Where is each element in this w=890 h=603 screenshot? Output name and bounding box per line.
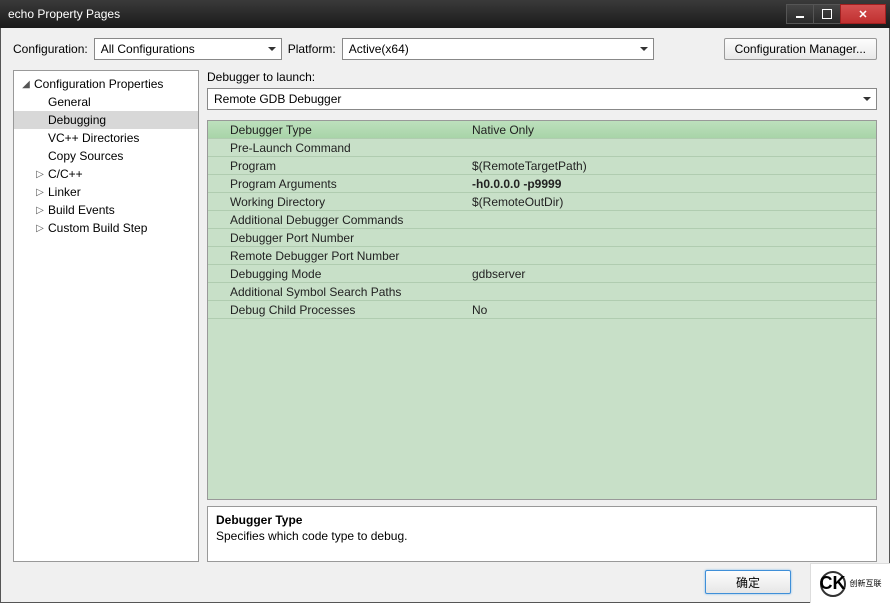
tree-item-label: Linker <box>46 185 81 199</box>
property-row[interactable]: Debug Child ProcessesNo <box>208 301 876 319</box>
property-tree[interactable]: ◢ Configuration Properties General Debugg… <box>13 70 199 562</box>
tree-item-copy-sources[interactable]: Copy Sources <box>14 147 198 165</box>
maximize-button[interactable] <box>813 4 841 24</box>
tree-item-c-c-[interactable]: ▷C/C++ <box>14 165 198 183</box>
expand-icon: ▷ <box>34 169 46 180</box>
description-text: Specifies which code type to debug. <box>216 529 868 543</box>
logo-text: 创新互联 <box>850 580 882 588</box>
property-row[interactable]: Debugger Port Number <box>208 229 876 247</box>
tree-item-custom-build-step[interactable]: ▷Custom Build Step <box>14 219 198 237</box>
configuration-manager-button[interactable]: Configuration Manager... <box>724 38 877 60</box>
tree-item-build-events[interactable]: ▷Build Events <box>14 201 198 219</box>
property-name: Debugger Port Number <box>208 231 468 245</box>
tree-item-label: Copy Sources <box>46 149 123 163</box>
property-row[interactable]: Additional Debugger Commands <box>208 211 876 229</box>
tree-item-label: C/C++ <box>46 167 83 181</box>
property-value[interactable]: Native Only <box>468 123 876 137</box>
property-row[interactable]: Debugging Modegdbserver <box>208 265 876 283</box>
property-name: Debug Child Processes <box>208 303 468 317</box>
platform-dropdown[interactable]: Active(x64) <box>342 38 654 60</box>
property-name: Pre-Launch Command <box>208 141 468 155</box>
property-name: Debugger Type <box>208 123 468 137</box>
watermark-logo: CK 创新互联 <box>810 563 890 603</box>
configuration-value: All Configurations <box>101 42 195 56</box>
launcher-dropdown[interactable]: Remote GDB Debugger <box>207 88 877 110</box>
property-name: Working Directory <box>208 195 468 209</box>
tree-item-linker[interactable]: ▷Linker <box>14 183 198 201</box>
property-name: Additional Symbol Search Paths <box>208 285 468 299</box>
tree-item-label: General <box>46 95 91 109</box>
ok-button[interactable]: 确定 <box>705 570 791 594</box>
titlebar: echo Property Pages <box>0 0 890 28</box>
property-row[interactable]: Pre-Launch Command <box>208 139 876 157</box>
grid-empty-area <box>208 319 876 499</box>
description-box: Debugger Type Specifies which code type … <box>207 506 877 562</box>
tree-item-debugging[interactable]: Debugging <box>14 111 198 129</box>
platform-label: Platform: <box>288 42 336 56</box>
property-row[interactable]: Program$(RemoteTargetPath) <box>208 157 876 175</box>
property-name: Program <box>208 159 468 173</box>
property-row[interactable]: Working Directory$(RemoteOutDir) <box>208 193 876 211</box>
property-name: Remote Debugger Port Number <box>208 249 468 263</box>
window-buttons <box>787 4 886 24</box>
tree-item-label: Build Events <box>46 203 115 217</box>
platform-value: Active(x64) <box>349 42 409 56</box>
tree-root[interactable]: ◢ Configuration Properties <box>14 75 198 93</box>
configuration-dropdown[interactable]: All Configurations <box>94 38 282 60</box>
tree-item-label: VC++ Directories <box>46 131 139 145</box>
property-grid: Debugger TypeNative OnlyPre-Launch Comma… <box>207 120 877 500</box>
configuration-label: Configuration: <box>13 42 88 56</box>
logo-icon: CK <box>820 571 846 597</box>
tree-item-vc-directories[interactable]: VC++ Directories <box>14 129 198 147</box>
config-row: Configuration: All Configurations Platfo… <box>13 38 877 60</box>
property-row[interactable]: Program Arguments-h0.0.0.0 -p9999 <box>208 175 876 193</box>
dialog-buttons: 确定 <box>13 570 877 594</box>
property-value[interactable]: -h0.0.0.0 -p9999 <box>468 177 876 191</box>
property-value[interactable]: gdbserver <box>468 267 876 281</box>
property-name: Debugging Mode <box>208 267 468 281</box>
property-value[interactable]: $(RemoteOutDir) <box>468 195 876 209</box>
minimize-button[interactable] <box>786 4 814 24</box>
property-row[interactable]: Debugger TypeNative Only <box>208 121 876 139</box>
property-name: Program Arguments <box>208 177 468 191</box>
dialog-content: Configuration: All Configurations Platfo… <box>0 28 890 603</box>
property-name: Additional Debugger Commands <box>208 213 468 227</box>
property-row[interactable]: Remote Debugger Port Number <box>208 247 876 265</box>
expand-icon: ▷ <box>34 223 46 234</box>
expand-icon: ▷ <box>34 187 46 198</box>
tree-item-general[interactable]: General <box>14 93 198 111</box>
property-panel: Debugger to launch: Remote GDB Debugger … <box>207 70 877 562</box>
property-row[interactable]: Additional Symbol Search Paths <box>208 283 876 301</box>
collapse-icon: ◢ <box>20 79 32 90</box>
description-title: Debugger Type <box>216 513 868 527</box>
expand-icon: ▷ <box>34 205 46 216</box>
tree-item-label: Custom Build Step <box>46 221 147 235</box>
close-button[interactable] <box>840 4 886 24</box>
tree-item-label: Debugging <box>46 113 106 127</box>
launcher-value: Remote GDB Debugger <box>214 92 341 106</box>
window-title: echo Property Pages <box>4 7 787 21</box>
property-value[interactable]: $(RemoteTargetPath) <box>468 159 876 173</box>
launcher-label: Debugger to launch: <box>207 70 877 84</box>
property-value[interactable]: No <box>468 303 876 317</box>
main-row: ◢ Configuration Properties General Debugg… <box>13 70 877 562</box>
